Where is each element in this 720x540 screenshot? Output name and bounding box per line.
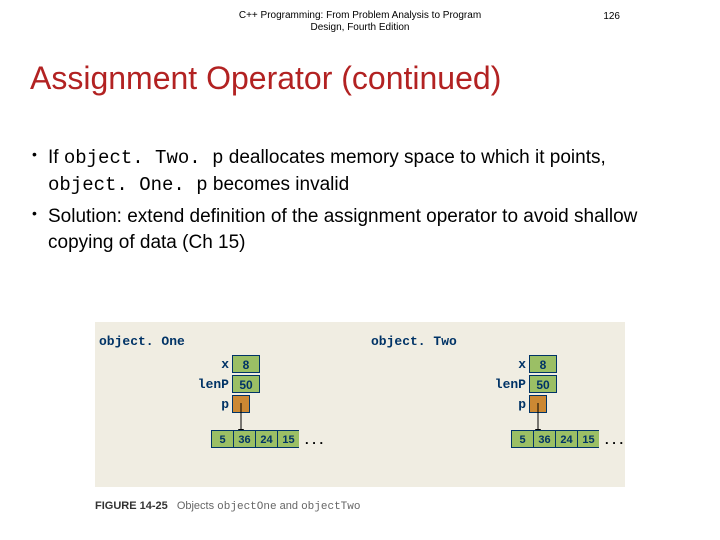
text: Objects	[177, 500, 217, 512]
obj2-row-x: x 8	[490, 354, 557, 374]
ellipsis: . . .	[605, 432, 623, 447]
array-two: 5 36 24 15 . . .	[511, 430, 623, 448]
field-label: lenP	[490, 377, 526, 392]
text: and	[277, 500, 301, 512]
code-snippet: object. One. p	[48, 174, 208, 196]
array-cell: 15	[277, 430, 299, 448]
code-snippet: object. Two. p	[64, 147, 224, 169]
field-value: 8	[529, 355, 557, 373]
book-title: C++ Programming: From Problem Analysis t…	[230, 10, 490, 34]
field-label: lenP	[193, 377, 229, 392]
obj1-row-lenp: lenP 50	[193, 374, 260, 394]
bullet-list: If object. Two. p deallocates memory spa…	[32, 145, 688, 262]
slide-title: Assignment Operator (continued)	[30, 60, 690, 97]
obj1-row-x: x 8	[193, 354, 260, 374]
field-label: x	[193, 357, 229, 372]
text: If	[48, 147, 64, 168]
text: deallocates memory space to which it poi…	[223, 147, 605, 168]
field-label: p	[490, 397, 526, 412]
figure-caption: FIGURE 14-25 Objects objectOne and objec…	[95, 500, 360, 513]
slide: C++ Programming: From Problem Analysis t…	[0, 0, 720, 540]
bullet-item: If object. Two. p deallocates memory spa…	[32, 145, 688, 198]
array-cell: 36	[233, 430, 255, 448]
code-snippet: objectTwo	[301, 501, 360, 513]
figure-number: FIGURE 14-25	[95, 500, 168, 512]
field-value: 50	[232, 375, 260, 393]
array-one: 5 36 24 15 . . .	[211, 430, 323, 448]
page-number: 126	[603, 11, 620, 22]
text: becomes invalid	[208, 174, 350, 195]
array-cell: 5	[511, 430, 533, 448]
figure-diagram: object. One object. Two x 8 lenP 50 p x …	[95, 322, 625, 487]
ellipsis: . . .	[305, 432, 323, 447]
field-value: 8	[232, 355, 260, 373]
field-label: x	[490, 357, 526, 372]
field-value: 50	[529, 375, 557, 393]
array-cell: 24	[555, 430, 577, 448]
obj2-row-lenp: lenP 50	[490, 374, 557, 394]
object-two-label: object. Two	[371, 334, 457, 349]
bullet-item: Solution: extend definition of the assig…	[32, 204, 688, 255]
object-one-label: object. One	[99, 334, 185, 349]
text: Solution: extend definition of the assig…	[48, 206, 637, 253]
code-snippet: objectOne	[217, 501, 276, 513]
field-label: p	[193, 397, 229, 412]
array-cell: 15	[577, 430, 599, 448]
array-cell: 5	[211, 430, 233, 448]
array-cell: 36	[533, 430, 555, 448]
array-cell: 24	[255, 430, 277, 448]
